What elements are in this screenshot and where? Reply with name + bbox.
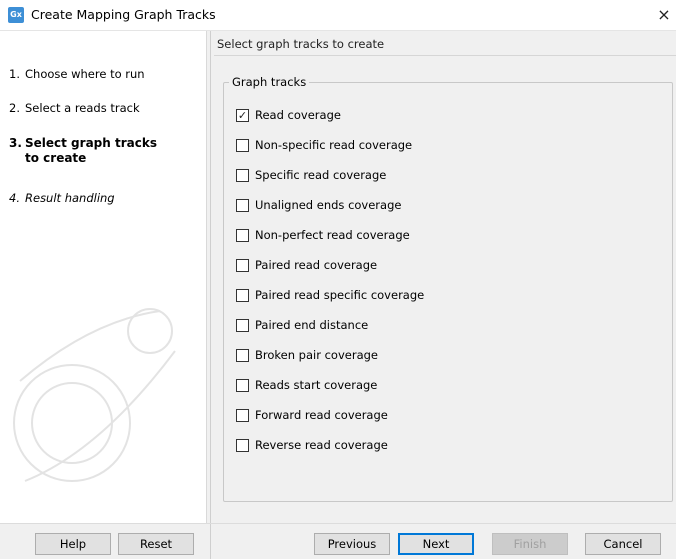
checkbox[interactable] <box>236 228 249 242</box>
window-title: Create Mapping Graph Tracks <box>31 7 216 22</box>
track-option-non-perfect-read-coverage[interactable]: Non-perfect read coverage <box>236 228 410 242</box>
checkbox[interactable] <box>236 198 249 212</box>
step-number: 2. <box>9 101 20 115</box>
checkbox[interactable] <box>236 168 249 182</box>
watermark-logo-icon <box>13 308 176 482</box>
checkbox-label: Reads start coverage <box>255 378 378 392</box>
step-number: 1. <box>9 67 20 81</box>
track-option-unaligned-ends-coverage[interactable]: Unaligned ends coverage <box>236 198 401 212</box>
track-option-paired-end-distance[interactable]: Paired end distance <box>236 318 368 332</box>
track-option-read-coverage[interactable]: ✓ Read coverage <box>236 108 341 122</box>
button-bar-divider <box>210 524 211 559</box>
step-3-current: 3. Select graph tracks to create <box>9 136 199 166</box>
track-option-forward-read-coverage[interactable]: Forward read coverage <box>236 408 388 422</box>
help-button[interactable]: Help <box>35 533 111 555</box>
track-option-reverse-read-coverage[interactable]: Reverse read coverage <box>236 438 388 452</box>
checkbox[interactable] <box>236 138 249 152</box>
checkbox[interactable] <box>236 288 249 302</box>
checkbox[interactable] <box>236 318 249 332</box>
checkbox[interactable] <box>236 438 249 452</box>
track-option-paired-read-coverage[interactable]: Paired read coverage <box>236 258 377 272</box>
checkbox-label: Paired end distance <box>255 318 369 332</box>
checkbox-label: Reverse read coverage <box>255 438 388 452</box>
previous-button[interactable]: Previous <box>314 533 390 555</box>
cancel-button[interactable]: Cancel <box>585 533 661 555</box>
next-button[interactable]: Next <box>398 533 474 555</box>
track-option-specific-read-coverage[interactable]: Specific read coverage <box>236 168 386 182</box>
checkbox-label: Read coverage <box>255 108 341 122</box>
checkbox-label: Paired read coverage <box>255 258 378 272</box>
wizard-steps-panel: 1. Choose where to run 2. Select a reads… <box>0 31 207 523</box>
step-label: Choose where to run <box>25 67 145 81</box>
close-icon[interactable]: × <box>652 0 676 30</box>
checkbox-label: Specific read coverage <box>255 168 387 182</box>
reset-button[interactable]: Reset <box>118 533 194 555</box>
finish-button[interactable]: Finish <box>492 533 568 555</box>
step-4: 4. Result handling <box>9 191 199 206</box>
track-option-paired-read-specific-coverage[interactable]: Paired read specific coverage <box>236 288 424 302</box>
checkbox-label: Unaligned ends coverage <box>255 198 402 212</box>
main-panel: Select graph tracks to create Graph trac… <box>211 31 676 523</box>
checkbox[interactable] <box>236 408 249 422</box>
checkbox-label: Broken pair coverage <box>255 348 378 362</box>
checkbox-label: Paired read specific coverage <box>255 288 425 302</box>
button-bar: Help Reset Previous Next Finish Cancel <box>0 523 676 559</box>
step-number: 3. <box>9 136 22 150</box>
track-option-broken-pair-coverage[interactable]: Broken pair coverage <box>236 348 378 362</box>
checkbox-label: Non-perfect read coverage <box>255 228 410 242</box>
header-divider <box>214 55 676 56</box>
step-1: 1. Choose where to run <box>9 67 199 82</box>
step-number: 4. <box>9 191 20 205</box>
checkbox[interactable] <box>236 258 249 272</box>
step-label: Select a reads track <box>25 101 140 115</box>
step-label: Select graph tracks to create <box>25 136 157 165</box>
step-2: 2. Select a reads track <box>9 101 199 116</box>
title-bar: Gx Create Mapping Graph Tracks × <box>0 0 676 31</box>
checkbox[interactable] <box>236 348 249 362</box>
step-label: Result handling <box>25 191 115 205</box>
group-title: Graph tracks <box>229 75 310 89</box>
checkbox-label: Non-specific read coverage <box>255 138 413 152</box>
checkbox[interactable] <box>236 378 249 392</box>
panel-header: Select graph tracks to create <box>217 37 385 51</box>
track-option-non-specific-read-coverage[interactable]: Non-specific read coverage <box>236 138 412 152</box>
app-icon: Gx <box>8 7 24 23</box>
track-option-reads-start-coverage[interactable]: Reads start coverage <box>236 378 377 392</box>
checkbox-label: Forward read coverage <box>255 408 388 422</box>
checkbox-checked[interactable]: ✓ <box>236 108 249 122</box>
